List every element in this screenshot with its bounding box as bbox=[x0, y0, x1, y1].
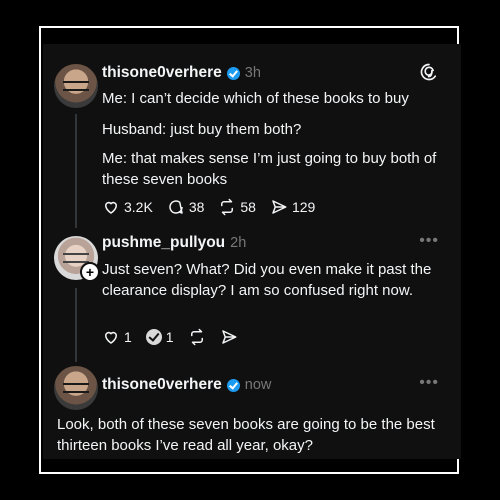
repost-button[interactable]: 58 bbox=[218, 198, 256, 216]
reply-count: 38 bbox=[188, 199, 205, 215]
like-count: 1 bbox=[124, 329, 132, 345]
reply-button[interactable]: 38 bbox=[167, 198, 205, 216]
repost-button[interactable] bbox=[188, 328, 206, 346]
like-count: 3.2K bbox=[124, 199, 153, 215]
thread-line bbox=[75, 288, 77, 362]
reply-count: 1 bbox=[165, 329, 174, 345]
thread-line bbox=[75, 114, 77, 228]
threads-logo-icon[interactable] bbox=[419, 62, 439, 82]
heart-icon bbox=[104, 331, 118, 344]
post-actions: 3.2K 38 58 129 bbox=[102, 198, 329, 216]
reply-button[interactable]: 1 bbox=[145, 329, 174, 345]
repost-count: 58 bbox=[240, 199, 256, 215]
send-icon bbox=[272, 200, 287, 214]
repost-icon bbox=[190, 328, 203, 346]
comment-icon bbox=[169, 200, 183, 214]
post-header: thisone0verhere 3h bbox=[102, 64, 261, 82]
post-text: Just seven? What? Did you even make it p… bbox=[102, 261, 432, 299]
like-button[interactable]: 1 bbox=[102, 328, 132, 346]
share-button[interactable]: 129 bbox=[270, 198, 315, 216]
send-icon bbox=[221, 330, 237, 344]
more-options-icon[interactable]: ••• bbox=[419, 232, 439, 250]
timestamp: now bbox=[244, 377, 272, 393]
post-line: Me: that makes sense I’m just going to b… bbox=[102, 150, 437, 188]
post-header: thisone0verhere now bbox=[102, 376, 271, 394]
verified-badge-icon bbox=[226, 378, 240, 392]
follow-plus-icon[interactable]: + bbox=[80, 262, 100, 282]
share-button[interactable] bbox=[220, 328, 238, 346]
thread-card: thisone0verhere 3h Me: I can’t decide wh… bbox=[43, 44, 461, 459]
post-line: Me: I can’t decide which of these books … bbox=[102, 90, 409, 107]
verified-badge-icon bbox=[226, 66, 240, 80]
replied-check-icon bbox=[145, 329, 162, 345]
username[interactable]: pushme_pullyou bbox=[102, 234, 225, 252]
post-text: Look, both of these seven books are goin… bbox=[57, 416, 435, 454]
more-options-icon[interactable]: ••• bbox=[419, 374, 439, 392]
post-2: + pushme_pullyou 2h ••• Just seven? What… bbox=[43, 232, 461, 362]
share-count: 129 bbox=[291, 199, 316, 215]
username[interactable]: thisone0verhere bbox=[102, 64, 222, 82]
timestamp: 3h bbox=[244, 65, 261, 81]
like-button[interactable]: 3.2K bbox=[102, 198, 153, 216]
avatar[interactable] bbox=[54, 64, 98, 108]
username[interactable]: thisone0verhere bbox=[102, 376, 222, 394]
post-header: pushme_pullyou 2h bbox=[102, 234, 246, 252]
timestamp: 2h bbox=[230, 235, 247, 251]
avatar[interactable] bbox=[54, 366, 98, 410]
post-line: Husband: just buy them both? bbox=[102, 121, 302, 138]
repost-icon bbox=[221, 198, 234, 216]
post-3: thisone0verhere now ••• Look, both of th… bbox=[43, 362, 461, 459]
post-actions: 1 1 bbox=[102, 328, 252, 346]
heart-icon bbox=[104, 201, 118, 214]
post-1: thisone0verhere 3h Me: I can’t decide wh… bbox=[43, 44, 461, 234]
